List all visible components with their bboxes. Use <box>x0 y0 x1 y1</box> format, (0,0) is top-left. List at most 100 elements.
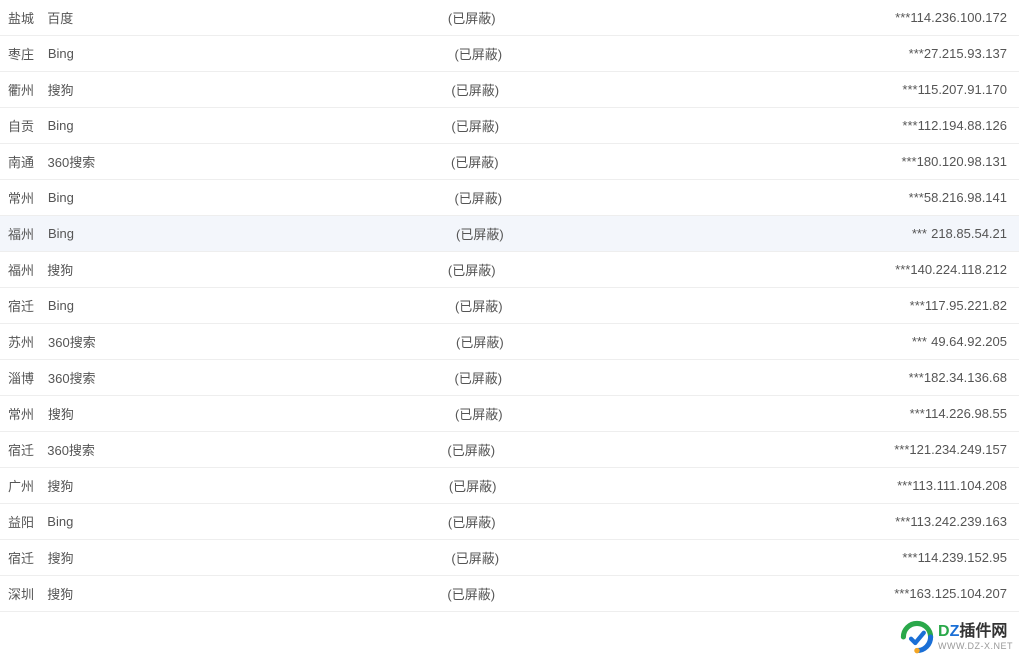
cell-ip: 218.85.54.21 <box>927 226 1013 241</box>
cell-stars: *** <box>835 586 910 601</box>
table-row[interactable]: 福州搜狗(已屏蔽)***140.224.118.212 <box>0 252 1019 288</box>
table-row[interactable]: 盐城百度(已屏蔽)***114.236.100.172 <box>0 0 1019 36</box>
cell-ip: 114.236.100.172 <box>910 10 1013 25</box>
cell-stars: *** <box>836 514 911 529</box>
cell-engine: 360搜索 <box>48 332 456 351</box>
cell-ip: 113.242.239.163 <box>910 514 1013 529</box>
cell-ip: 121.234.249.157 <box>909 442 1013 457</box>
table-row[interactable]: 枣庄Bing(已屏蔽)***27.215.93.137 <box>0 36 1019 72</box>
table-row[interactable]: 深圳搜狗(已屏蔽)***163.125.104.207 <box>0 576 1019 612</box>
cell-status: (已屏蔽) <box>448 260 836 279</box>
cell-engine: Bing <box>47 514 448 529</box>
table-row[interactable]: 常州搜狗(已屏蔽)***114.226.98.55 <box>0 396 1019 432</box>
cell-stars: *** <box>842 118 917 133</box>
watermark: DZ插件网 WWW.DZ-X.NET <box>900 620 1013 654</box>
cell-city: 淄博 <box>6 368 48 387</box>
cell-city: 南通 <box>6 152 48 171</box>
cell-status: (已屏蔽) <box>451 548 842 567</box>
cell-ip: 180.120.98.131 <box>917 154 1013 169</box>
cell-engine: 搜狗 <box>47 260 448 279</box>
table-row[interactable]: 福州Bing(已屏蔽)***218.85.54.21 <box>0 216 1019 252</box>
cell-city: 枣庄 <box>6 44 48 63</box>
cell-ip: 113.111.104.208 <box>912 478 1013 493</box>
cell-engine: 360搜索 <box>47 440 447 459</box>
cell-stars: *** <box>836 262 911 277</box>
cell-status: (已屏蔽) <box>454 368 848 387</box>
watermark-url: WWW.DZ-X.NET <box>938 642 1013 651</box>
cell-ip: 182.34.136.68 <box>924 370 1013 385</box>
cell-city: 自贡 <box>6 116 48 135</box>
cell-engine: Bing <box>48 118 452 133</box>
cell-city: 常州 <box>6 188 48 207</box>
cell-status: (已屏蔽) <box>448 512 836 531</box>
table-row[interactable]: 衢州搜狗(已屏蔽)***115.207.91.170 <box>0 72 1019 108</box>
cell-stars: *** <box>849 406 925 421</box>
cell-ip: 140.224.118.212 <box>910 262 1013 277</box>
table-row[interactable]: 南通360搜索(已屏蔽)***180.120.98.131 <box>0 144 1019 180</box>
table-row[interactable]: 淄博360搜索(已屏蔽)***182.34.136.68 <box>0 360 1019 396</box>
cell-city: 宿迁 <box>6 296 48 315</box>
cell-stars: *** <box>848 46 924 61</box>
cell-city: 苏州 <box>6 332 48 351</box>
cell-engine: Bing <box>48 190 455 205</box>
cell-engine: 搜狗 <box>48 548 452 567</box>
table-row[interactable]: 宿迁Bing(已屏蔽)***117.95.221.82 <box>0 288 1019 324</box>
table-row[interactable]: 宿迁搜狗(已屏蔽)***114.239.152.95 <box>0 540 1019 576</box>
cell-stars: *** <box>835 442 910 457</box>
watermark-letter-d: D <box>938 623 950 640</box>
table-row[interactable]: 常州Bing(已屏蔽)***58.216.98.141 <box>0 180 1019 216</box>
cell-stars: *** <box>849 298 925 313</box>
cell-stars: *** <box>851 334 927 349</box>
cell-engine: 360搜索 <box>48 368 455 387</box>
cell-status: (已屏蔽) <box>447 584 834 603</box>
cell-engine: Bing <box>48 298 455 313</box>
cell-ip: 117.95.221.82 <box>925 298 1013 313</box>
cell-ip: 114.226.98.55 <box>925 406 1013 421</box>
watermark-cn: 插件网 <box>959 623 1007 640</box>
cell-city: 宿迁 <box>6 548 48 567</box>
cell-ip: 27.215.93.137 <box>924 46 1013 61</box>
cell-ip: 58.216.98.141 <box>924 190 1013 205</box>
table-row[interactable]: 自贡Bing(已屏蔽)***112.194.88.126 <box>0 108 1019 144</box>
cell-stars: *** <box>836 10 911 25</box>
cell-engine: 搜狗 <box>47 476 448 495</box>
cell-city: 广州 <box>6 476 47 495</box>
cell-status: (已屏蔽) <box>455 296 849 315</box>
watermark-letter-z: Z <box>950 623 960 640</box>
cell-stars: *** <box>842 82 917 97</box>
table-row[interactable]: 宿迁360搜索(已屏蔽)***121.234.249.157 <box>0 432 1019 468</box>
table-row[interactable]: 益阳Bing(已屏蔽)***113.242.239.163 <box>0 504 1019 540</box>
cell-ip: 49.64.92.205 <box>927 334 1013 349</box>
cell-ip: 163.125.104.207 <box>909 586 1013 601</box>
cell-status: (已屏蔽) <box>454 188 848 207</box>
watermark-text: DZ插件网 WWW.DZ-X.NET <box>938 624 1013 651</box>
cell-ip: 112.194.88.126 <box>918 118 1013 133</box>
cell-engine: Bing <box>48 226 456 241</box>
cell-city: 福州 <box>6 260 47 279</box>
cell-stars: *** <box>842 550 917 565</box>
cell-city: 益阳 <box>6 512 47 531</box>
cell-status: (已屏蔽) <box>451 116 842 135</box>
cell-engine: 搜狗 <box>48 404 455 423</box>
cell-engine: 搜狗 <box>47 584 447 603</box>
watermark-logo-icon <box>900 620 934 654</box>
cell-stars: *** <box>851 226 927 241</box>
cell-engine: 360搜索 <box>48 152 451 171</box>
cell-engine: Bing <box>48 46 455 61</box>
cell-city: 常州 <box>6 404 48 423</box>
cell-ip: 115.207.91.170 <box>918 82 1013 97</box>
cell-status: (已屏蔽) <box>451 80 842 99</box>
cell-status: (已屏蔽) <box>454 44 848 63</box>
cell-stars: *** <box>848 370 924 385</box>
cell-status: (已屏蔽) <box>449 476 838 495</box>
table-row[interactable]: 苏州360搜索(已屏蔽)***49.64.92.205 <box>0 324 1019 360</box>
cell-status: (已屏蔽) <box>451 152 842 171</box>
cell-stars: *** <box>841 154 916 169</box>
table-row[interactable]: 广州搜狗(已屏蔽)***113.111.104.208 <box>0 468 1019 504</box>
cell-city: 盐城 <box>6 8 47 27</box>
cell-status: (已屏蔽) <box>455 404 849 423</box>
cell-stars: *** <box>848 190 924 205</box>
cell-engine: 搜狗 <box>48 80 452 99</box>
cell-engine: 百度 <box>47 8 448 27</box>
cell-status: (已屏蔽) <box>447 440 834 459</box>
